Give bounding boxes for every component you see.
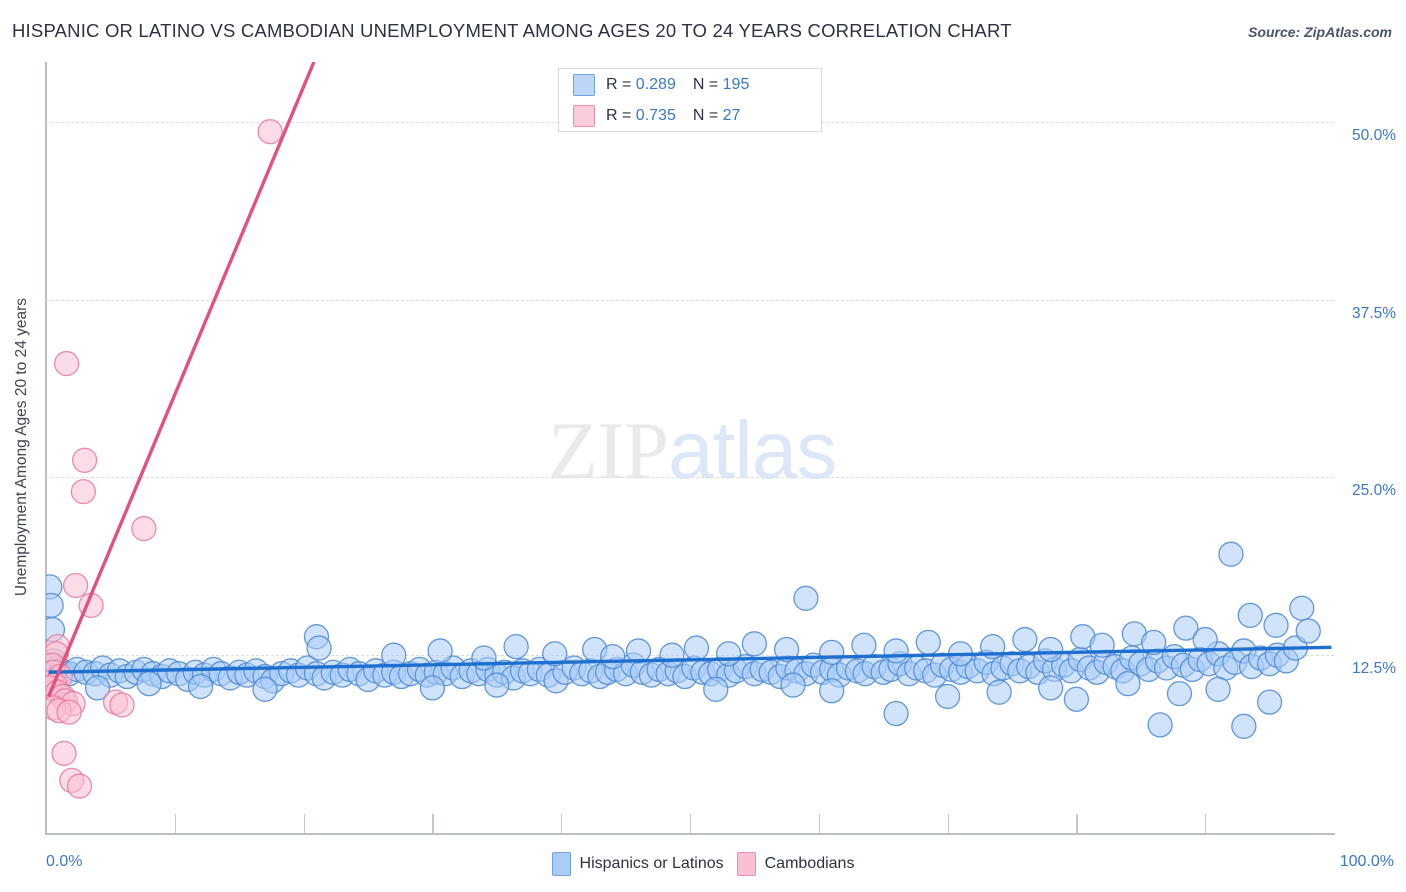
n-label-hispanics: N = [692, 75, 719, 93]
scatter-point [819, 639, 845, 665]
legend-label-hispanics: Hispanics or Latinos [579, 855, 724, 872]
scatter-point [793, 585, 819, 611]
scatter-point [851, 632, 877, 658]
scatter-point [1263, 612, 1289, 638]
scatter-point [703, 676, 729, 702]
scatter-point [934, 683, 961, 710]
chart-legend: Hispanics or Latinos Cambodians [0, 852, 1406, 876]
scatter-point [715, 641, 742, 667]
n-value-cambodians: 27 [722, 106, 741, 124]
legend-label-cambodians: Cambodians [764, 855, 855, 872]
scatter-point [62, 572, 89, 599]
scatter-point [1115, 670, 1141, 697]
scatter-point [484, 672, 510, 698]
scatter-point [70, 478, 96, 505]
r-value-hispanics: 0.289 [635, 75, 676, 93]
scatter-point [819, 678, 845, 704]
scatter-point [46, 592, 64, 619]
n-value-hispanics: 195 [722, 75, 750, 93]
scatter-point [136, 670, 162, 697]
r-label-cambodians: R = [606, 106, 632, 124]
scatter-point [187, 673, 214, 700]
legend-item-cambodians[interactable]: Cambodians [736, 852, 855, 876]
swatch-cambodians-icon [573, 104, 595, 127]
r-value-cambodians: 0.735 [635, 106, 676, 124]
scatter-point [1147, 712, 1173, 738]
scatter-point [600, 643, 626, 670]
scatter-point [915, 629, 941, 656]
scatter-point [986, 679, 1012, 705]
scatter-point [1295, 618, 1321, 644]
scatter-point [1037, 675, 1064, 701]
scatter-point [780, 672, 806, 698]
legend-swatch-cambodians-icon [736, 852, 756, 876]
scatter-point [1256, 689, 1283, 715]
scatter-point [131, 515, 157, 542]
scatter-point [1289, 595, 1315, 621]
scatter-point [71, 447, 98, 473]
scatter-point [883, 638, 909, 664]
trend-line [47, 62, 316, 698]
scatter-point [1192, 626, 1218, 653]
stats-row-cambodians: R = 0.735 N = 27 [559, 100, 821, 131]
scatter-point [883, 700, 909, 727]
correlation-stats-box: R = 0.289 N = 195 R = 0.735 N = 27 [558, 68, 822, 132]
scatter-point [419, 675, 446, 701]
scatter-point [1166, 680, 1193, 707]
scatter-point [471, 645, 497, 671]
scatter-point [1037, 636, 1064, 663]
scatter-point [381, 642, 407, 668]
n-label-cambodians: N = [692, 106, 719, 124]
scatter-point [659, 642, 685, 668]
scatter-point [1231, 713, 1257, 739]
scatter-point [66, 773, 93, 799]
legend-swatch-hispanics-icon [551, 852, 571, 876]
scatter-point [257, 119, 283, 145]
scatter-point [1012, 626, 1038, 653]
scatter-point [252, 676, 278, 702]
scatter-plot-area [46, 62, 1332, 799]
legend-item-hispanics[interactable]: Hispanics or Latinos [551, 852, 724, 876]
scatter-point [51, 740, 77, 766]
correlation-chart: HISPANIC OR LATINO VS CAMBODIAN UNEMPLOY… [0, 0, 1406, 892]
scatter-point [503, 634, 529, 660]
scatter-point [306, 635, 332, 661]
scatter-point [56, 699, 82, 725]
scatter-point [1063, 686, 1090, 712]
scatter-point [53, 350, 80, 377]
scatter-point [683, 635, 710, 661]
scatter-point [427, 638, 453, 664]
swatch-hispanics-icon [573, 73, 595, 96]
scatter-point [1218, 541, 1244, 567]
scatter-point [109, 692, 135, 718]
scatter-point [741, 631, 768, 657]
scatter-point [1205, 676, 1231, 702]
scatter-point [1237, 602, 1263, 629]
r-label-hispanics: R = [606, 75, 632, 93]
stats-row-hispanics: R = 0.289 N = 195 [559, 69, 821, 100]
